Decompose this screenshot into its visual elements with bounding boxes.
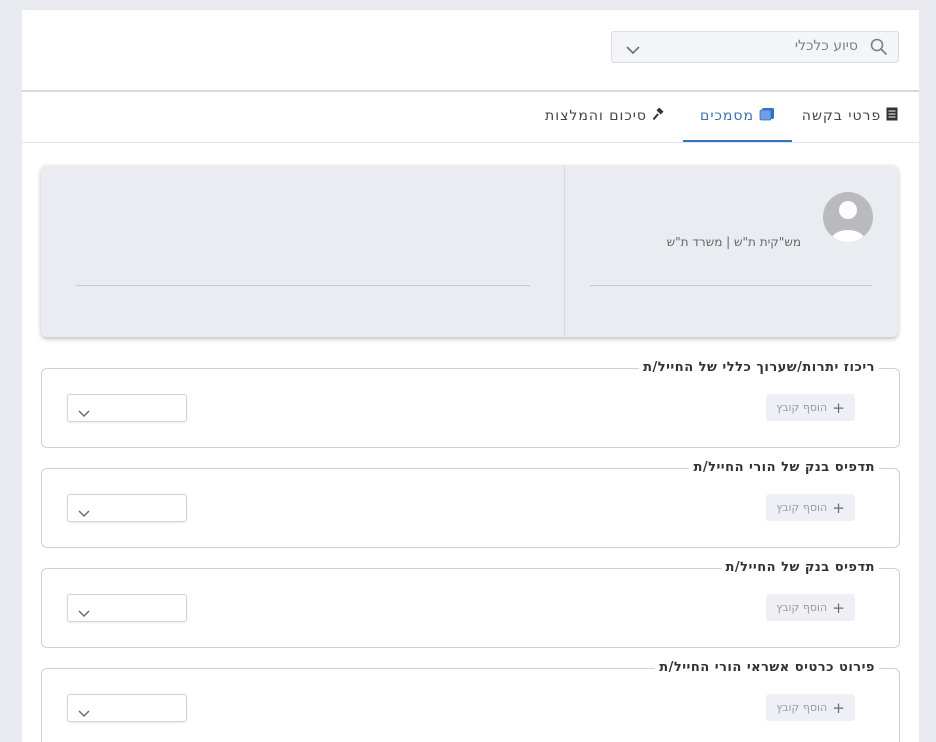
chevron-down-icon xyxy=(78,403,90,422)
plus-icon: + xyxy=(832,598,845,617)
add-file-button[interactable]: + הוסף קובץ xyxy=(766,494,855,521)
header: סיוע כלכלי xyxy=(22,10,919,92)
document-section: תדפיס בנק של החייל/ת + הוסף קובץ xyxy=(41,560,900,648)
hammer-icon xyxy=(652,106,665,125)
divider xyxy=(564,165,565,337)
document-section: תדפיס בנק של הורי החייל/ת + הוסף קובץ xyxy=(41,460,900,548)
file-select[interactable] xyxy=(67,694,187,722)
document-title: תדפיס בנק של הורי החייל/ת xyxy=(689,460,879,475)
plus-icon: + xyxy=(832,698,845,717)
tab-label: פרטי בקשה xyxy=(801,108,882,124)
add-file-label: הוסף קובץ xyxy=(776,601,828,614)
divider xyxy=(76,285,530,286)
chevron-down-icon xyxy=(626,40,640,59)
add-file-label: הוסף קובץ xyxy=(776,701,828,714)
search-icon xyxy=(870,38,888,60)
document-icon xyxy=(886,107,898,125)
assistance-type-select[interactable]: סיוע כלכלי xyxy=(611,31,899,63)
document-title: פירוט כרטיס אשראי הורי החייל/ת xyxy=(655,660,879,675)
file-select[interactable] xyxy=(67,494,187,522)
document-title: תדפיס בנק של החייל/ת xyxy=(721,560,879,575)
add-file-label: הוסף קובץ xyxy=(776,501,828,514)
document-title: ריכוז יתרות/שערוך כללי של החייל/ת xyxy=(639,360,879,375)
tabs-bar: פרטי בקשה מסמכים סיכום והמלצות xyxy=(22,92,919,143)
add-file-button[interactable]: + הוסף קובץ xyxy=(766,394,855,421)
plus-icon: + xyxy=(832,498,845,517)
chevron-down-icon xyxy=(78,503,90,522)
app-window: סיוע כלכלי פרטי בקשה מסמכים סיכום והמלצו… xyxy=(22,10,919,742)
document-section: ריכוז יתרות/שערוך כללי של החייל/ת + הוסף… xyxy=(41,360,900,448)
tab-label: מסמכים xyxy=(700,108,754,124)
divider xyxy=(590,285,872,286)
tab-documents[interactable]: מסמכים xyxy=(683,92,792,142)
assistance-type-value: סיוע כלכלי xyxy=(794,38,858,54)
file-select[interactable] xyxy=(67,594,187,622)
folder-icon xyxy=(759,107,775,125)
profile-subtitle: מש"קית ת"ש | משרד ת"ש xyxy=(666,235,801,249)
tab-request-details[interactable]: פרטי בקשה xyxy=(792,92,908,140)
chevron-down-icon xyxy=(78,703,90,722)
plus-icon: + xyxy=(832,398,845,417)
add-file-button[interactable]: + הוסף קובץ xyxy=(766,694,855,721)
profile-card: מש"קית ת"ש | משרד ת"ש xyxy=(41,165,898,337)
chevron-down-icon xyxy=(78,603,90,622)
avatar xyxy=(823,192,873,242)
document-section: פירוט כרטיס אשראי הורי החייל/ת + הוסף קו… xyxy=(41,660,900,742)
tab-summary[interactable]: סיכום והמלצות xyxy=(535,92,675,140)
tab-label: סיכום והמלצות xyxy=(545,108,647,124)
add-file-label: הוסף קובץ xyxy=(776,401,828,414)
file-select[interactable] xyxy=(67,394,187,422)
add-file-button[interactable]: + הוסף קובץ xyxy=(766,594,855,621)
